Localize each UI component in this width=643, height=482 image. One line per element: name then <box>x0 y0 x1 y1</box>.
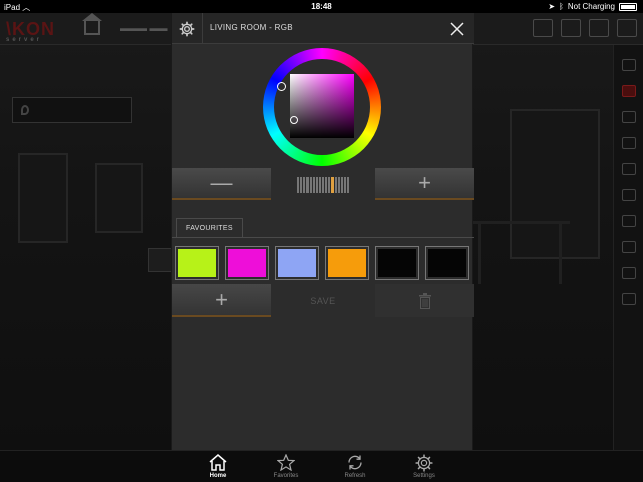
tab-label: Favorites <box>273 473 299 479</box>
increase-brightness-button[interactable]: + <box>375 168 474 200</box>
add-favourite-button[interactable]: + <box>172 284 271 317</box>
gear-icon <box>415 453 433 472</box>
background-badge <box>148 248 172 272</box>
background-home-icon <box>82 13 102 35</box>
color-picker <box>172 44 474 168</box>
hue-handle[interactable] <box>277 82 286 91</box>
favourite-swatches <box>175 246 469 280</box>
tab-settings[interactable]: Settings <box>399 453 449 479</box>
background-table <box>470 221 570 284</box>
modal-header: LIVING ROOM - RGB <box>172 13 474 44</box>
rgb-color-modal: LIVING ROOM - RGB — + FAVOURITES + SAVE <box>171 13 474 450</box>
close-button[interactable] <box>446 18 468 40</box>
plus-icon: + <box>418 170 431 195</box>
battery-icon <box>619 2 637 11</box>
brightness-control: — + <box>172 168 474 200</box>
tab-favourites[interactable]: FAVOURITES <box>176 218 243 238</box>
background-window <box>18 153 68 243</box>
status-bar: iPad ︿ 18:48 ➤ ᛒ Not Charging <box>0 0 643 13</box>
decrease-brightness-button[interactable]: — <box>172 168 271 200</box>
favourite-swatch-2[interactable] <box>225 246 269 280</box>
divider <box>172 237 474 238</box>
app-logo: \KON server <box>6 19 55 43</box>
modal-title: LIVING ROOM - RGB <box>210 23 293 32</box>
tab-label: Settings <box>413 473 435 479</box>
saturation-value-square[interactable] <box>290 74 354 138</box>
background-location-field <box>12 97 132 123</box>
brightness-slider[interactable] <box>297 177 350 193</box>
favourite-swatch-1[interactable] <box>175 246 219 280</box>
background-window <box>95 163 143 233</box>
favourite-swatch-6[interactable] <box>425 246 469 280</box>
save-button[interactable]: SAVE <box>273 284 373 317</box>
background-side-rail <box>613 45 643 450</box>
background-header-icons <box>533 19 637 37</box>
trash-icon <box>418 292 431 309</box>
delete-button[interactable] <box>375 284 474 317</box>
tab-refresh[interactable]: Refresh <box>330 453 380 479</box>
tab-label: Home <box>209 473 227 479</box>
home-icon <box>209 454 227 471</box>
status-right: ➤ ᛒ Not Charging <box>548 2 637 11</box>
refresh-icon <box>348 455 362 470</box>
tab-label: Refresh <box>344 473 366 479</box>
clock: 18:48 <box>311 2 332 11</box>
saturation-handle[interactable] <box>290 116 298 124</box>
gear-icon <box>179 21 195 36</box>
favourite-swatch-5[interactable] <box>375 246 419 280</box>
close-icon <box>450 22 464 36</box>
star-icon <box>277 454 295 471</box>
tab-home[interactable]: Home <box>193 453 243 479</box>
minus-icon: — <box>210 170 233 195</box>
favourite-actions: + SAVE <box>172 284 474 317</box>
tab-bar: Home Favorites Refresh Settings <box>0 450 643 482</box>
favourite-swatch-4[interactable] <box>325 246 369 280</box>
plus-icon: + <box>215 286 228 312</box>
favourite-swatch-3[interactable] <box>275 246 319 280</box>
charging-status: Not Charging <box>567 2 615 11</box>
settings-button[interactable] <box>172 13 203 44</box>
tab-favorites[interactable]: Favorites <box>261 453 311 479</box>
location-icon: ➤ <box>548 2 556 11</box>
bluetooth-icon: ᛒ <box>559 2 564 11</box>
background-tab: ▬▬▬ ▬▬ <box>120 23 168 33</box>
